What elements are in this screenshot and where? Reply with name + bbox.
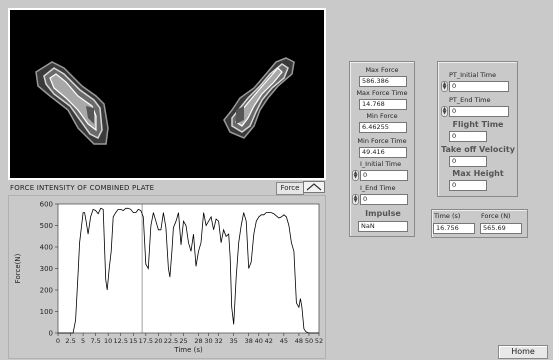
cursor-force-label: Force (N) (481, 212, 511, 220)
y-tick-label: 0 (49, 330, 53, 338)
min-force-time-field: 49.416 (359, 147, 407, 158)
force-chart-svg: 01002003004005006000 2.5 5 7.5 10 12.5 15 17.5 2… (14, 201, 323, 355)
i-end-time-spinner[interactable]: ▲ ▼ (352, 194, 359, 205)
min-force-time-label: Min Force Time (357, 137, 407, 145)
x-tick-label: 25 (179, 337, 187, 345)
x-tick-label: 0 (56, 337, 60, 345)
i-initial-time-field[interactable]: 0 (360, 170, 408, 181)
y-axis-label: Force(N) (14, 253, 22, 283)
y-tick-label: 300 (40, 265, 53, 273)
pt-initial-time-field[interactable]: 0 (449, 81, 509, 92)
flight-time-field: 0 (449, 131, 487, 142)
x-tick-label: 5 (81, 337, 85, 345)
x-tick-label: 12.5 (113, 337, 127, 345)
cursor-force-field: 565.69 (480, 223, 522, 234)
x-tick-label: 7.5 (90, 337, 100, 345)
x-tick-label: 40 (255, 337, 263, 345)
pt-initial-time-spinner[interactable]: ▲ ▼ (441, 81, 448, 92)
x-tick-label: 17.5 (139, 337, 153, 345)
x-tick-label: 45 (280, 337, 288, 345)
x-tick-label: 52 (315, 337, 323, 345)
min-force-label: Min Force (366, 112, 398, 120)
force-selector-label[interactable]: Force (276, 182, 304, 195)
y-tick-label: 200 (40, 287, 53, 295)
max-height-field: 0 (449, 180, 487, 191)
min-force-field: 6.46255 (359, 122, 407, 133)
takeoff-velocity-label: Take off Velocity (441, 145, 515, 154)
impulse-label: Impulse (365, 209, 401, 218)
x-tick-label: 28 (194, 337, 202, 345)
max-force-time-field: 14.768 (359, 99, 407, 110)
x-tick-label: 42 (265, 337, 273, 345)
chevron-up-icon (306, 183, 322, 191)
cursor-time-label: Time (s) (434, 212, 461, 220)
y-tick-label: 600 (40, 201, 53, 209)
x-tick-label: 30 (204, 337, 212, 345)
y-tick-label: 500 (40, 222, 53, 230)
plot-area (57, 203, 320, 334)
x-tick-label: 10 (104, 337, 112, 345)
pressure-heatmap-graphic (10, 10, 324, 178)
x-tick-label: 32 (214, 337, 222, 345)
x-tick-label: 15 (129, 337, 137, 345)
i-end-time-field[interactable]: 0 (360, 194, 408, 205)
pt-end-time-label: PT_End Time (449, 96, 491, 104)
x-tick-label: 48 (295, 337, 303, 345)
i-initial-time-label: I_Initial Time (360, 160, 402, 168)
x-tick-label: 22.5 (164, 337, 178, 345)
home-button[interactable]: Home (498, 345, 548, 359)
cursor-time-field: 16.756 (433, 223, 475, 234)
plate-title: FORCE INTENSITY OF COMBINED PLATE (10, 184, 155, 192)
x-tick-label: 2.5 (65, 337, 75, 345)
max-force-label: Max Force (365, 66, 399, 74)
x-tick-label: 50 (305, 337, 313, 345)
impulse-field: NaN (358, 221, 408, 232)
max-force-time-label: Max Force Time (356, 89, 408, 97)
pt-initial-time-label: PT_Initial Time (449, 71, 497, 79)
y-tick-label: 400 (40, 244, 53, 252)
pressure-heatmap (8, 8, 326, 180)
i-initial-time-spinner[interactable]: ▲ ▼ (352, 170, 359, 181)
pt-end-time-field[interactable]: 0 (449, 106, 509, 117)
y-tick-label: 100 (40, 308, 53, 316)
max-force-field: 586.386 (359, 76, 407, 87)
x-tick-label: 20 (154, 337, 162, 345)
flight-time-label: Flight Time (452, 120, 504, 129)
takeoff-velocity-field: 0 (449, 156, 487, 167)
force-chart: 0 100 200 300 400 500 600 0 2.5 5 7.5 10 12.5 15 17.5 2… (8, 195, 326, 359)
x-tick-label: 38 (245, 337, 253, 345)
x-axis-label: Time (s) (173, 346, 203, 354)
i-end-time-label: I_End Time (360, 184, 396, 192)
max-height-label: Max Height (452, 169, 504, 178)
force-toggle-button[interactable] (303, 181, 325, 193)
x-tick-label: 35 (230, 337, 238, 345)
pt-end-time-spinner[interactable]: ▲ ▼ (441, 106, 448, 117)
